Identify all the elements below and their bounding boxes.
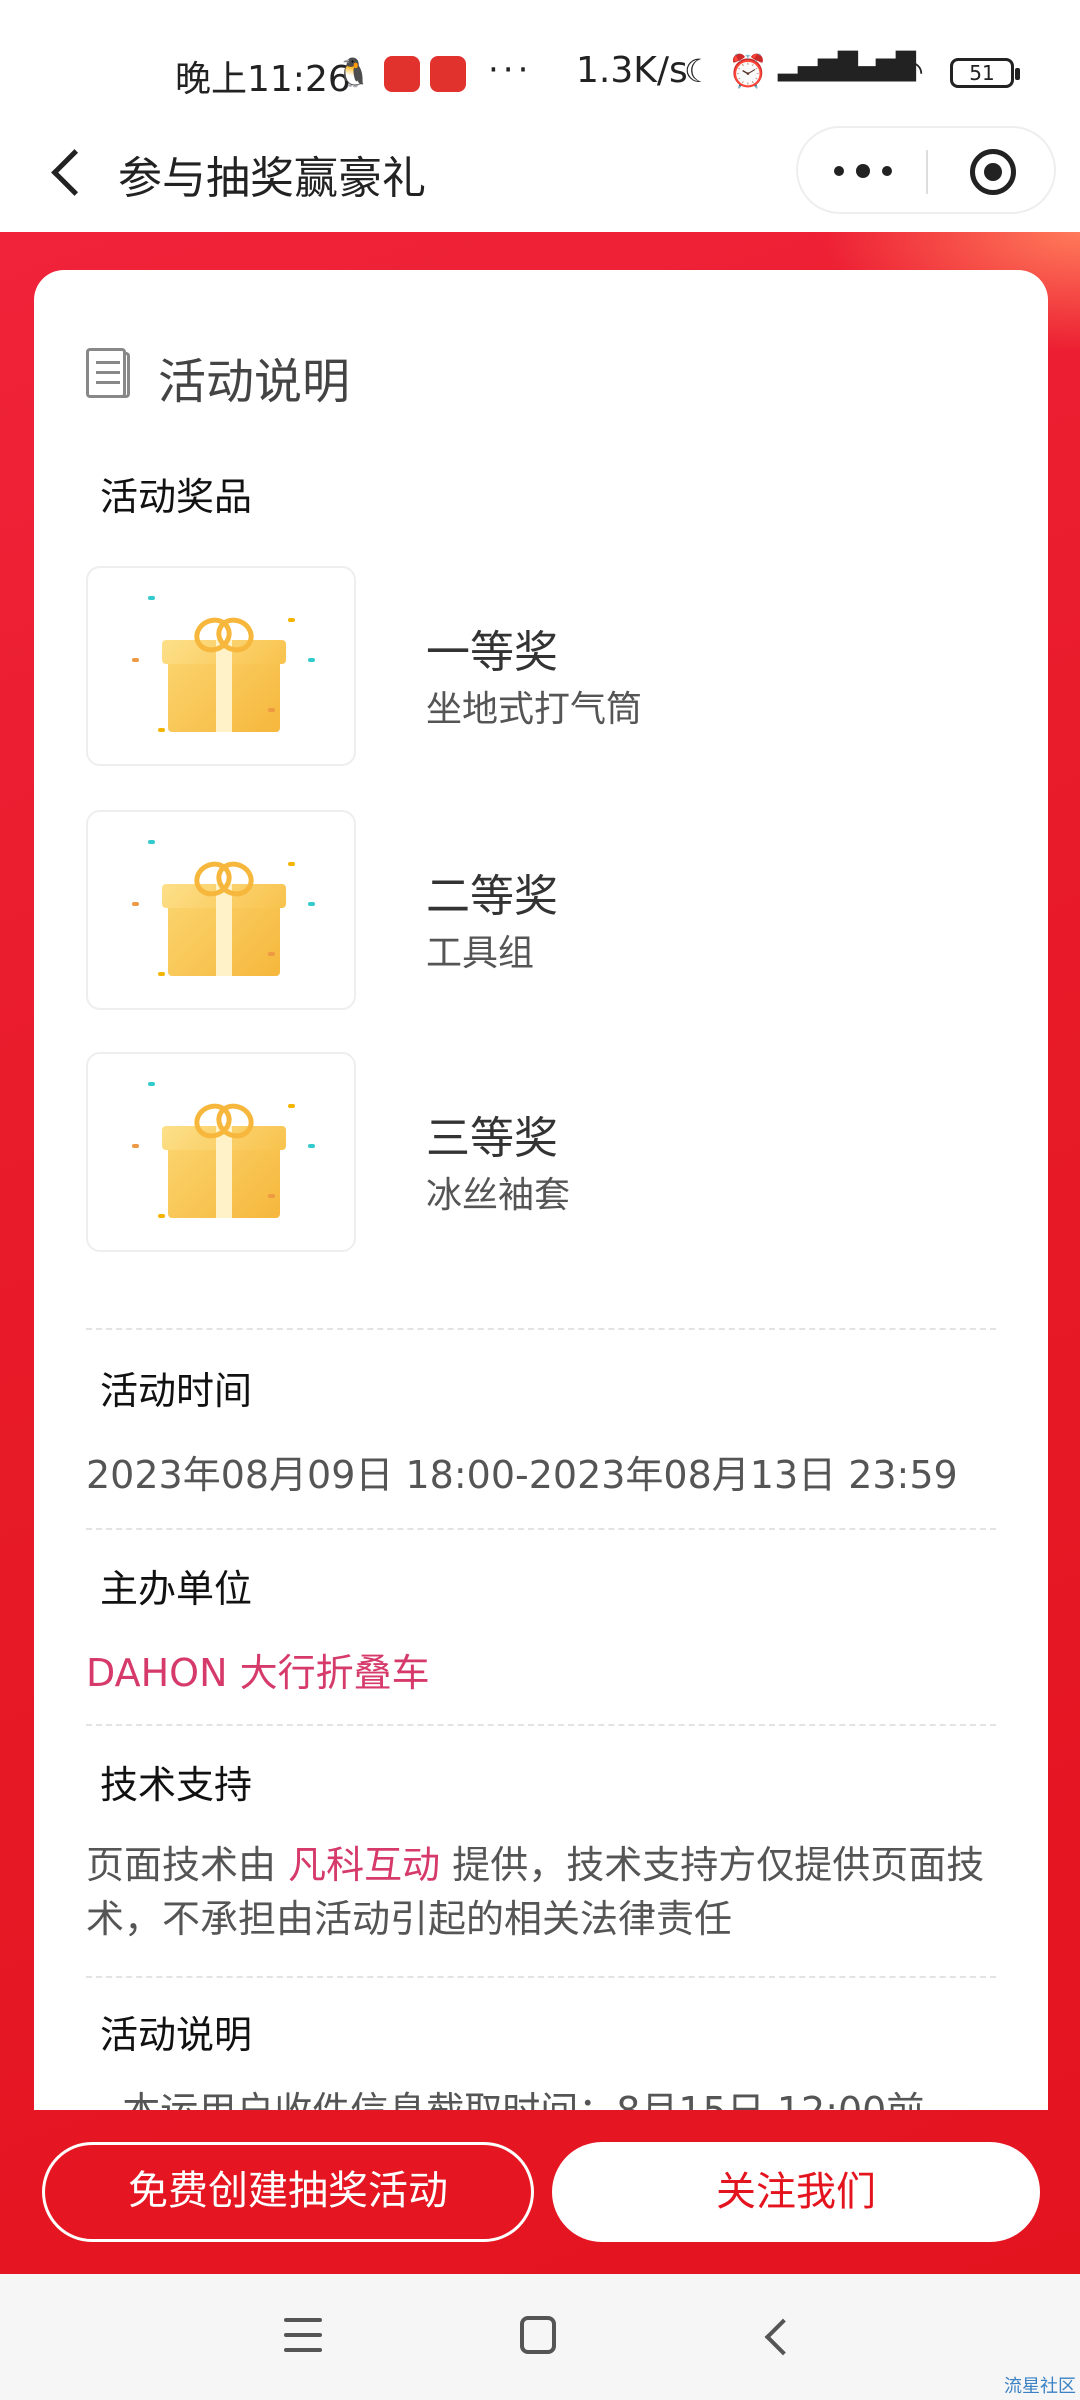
support-provider-link[interactable]: 凡科互动 — [288, 1843, 440, 1887]
prize-name: 冰丝袖套 — [426, 1175, 571, 1216]
app-notification-icon — [384, 56, 420, 92]
moon-icon: ☾ — [684, 52, 713, 90]
activity-info-card: 活动说明 活动奖品 一等奖 坐地式打气筒 二等奖 工具组 三等奖 冰丝袖套 活动… — [34, 270, 1048, 2110]
document-icon — [86, 348, 136, 400]
more-options-icon[interactable] — [834, 164, 894, 178]
system-back-icon[interactable] — [762, 2318, 792, 2354]
prize-rank: 三等奖 — [426, 1113, 558, 1164]
prize-item: 三等奖 冰丝袖套 — [86, 1052, 986, 1256]
prize-rank: 二等奖 — [426, 871, 558, 922]
description-label: 活动说明 — [86, 2004, 273, 2065]
more-notifications-icon: ··· — [488, 50, 533, 90]
gift-box-icon — [160, 858, 286, 976]
gift-box-icon — [160, 614, 286, 732]
divider — [86, 1976, 996, 1978]
organizer-link[interactable]: DAHON 大行折叠车 — [86, 1642, 430, 1697]
back-icon[interactable] — [44, 142, 94, 202]
prize-item: 二等奖 工具组 — [86, 810, 986, 1014]
support-prefix: 页面技术由 — [86, 1843, 289, 1887]
prize-image — [86, 1052, 356, 1252]
home-icon[interactable] — [520, 2316, 556, 2354]
status-time: 晚上11:26 — [175, 59, 351, 100]
gift-box-icon — [160, 1100, 286, 1218]
divider — [86, 1528, 996, 1530]
watermark: 流星社区 — [1004, 2376, 1076, 2397]
divider — [86, 1328, 996, 1330]
follow-us-button[interactable]: 关注我们 — [552, 2142, 1040, 2242]
description-text: ...本运用户收件信息截取时间：8月15日 12:00前 — [86, 2080, 924, 2110]
qq-icon: 🐧 — [336, 56, 371, 89]
create-lottery-button[interactable]: 免费创建抽奖活动 — [42, 2142, 534, 2242]
prize-image — [86, 810, 356, 1010]
prizes-label: 活动奖品 — [86, 466, 273, 527]
prize-rank: 一等奖 — [426, 627, 558, 678]
prize-item: 一等奖 坐地式打气筒 — [86, 566, 986, 770]
time-label: 活动时间 — [86, 1360, 273, 1421]
close-mini-program-icon[interactable] — [970, 149, 1016, 195]
divider — [86, 1724, 996, 1726]
prize-image — [86, 566, 356, 766]
page-title: 参与抽奖赢豪礼 — [118, 153, 426, 204]
app-notification-icon — [430, 56, 466, 92]
wifi-icon: ◠ — [896, 52, 924, 90]
prize-name: 工具组 — [426, 933, 535, 974]
recent-apps-icon[interactable] — [284, 2318, 322, 2352]
activity-time: 2023年08月09日 18:00-2023年08月13日 23:59 — [86, 1453, 958, 1497]
organizer-label: 主办单位 — [86, 1558, 273, 1619]
navigation-bar: 参与抽奖赢豪礼 — [0, 120, 1080, 232]
capsule-divider — [926, 150, 928, 194]
mini-program-capsule — [796, 126, 1056, 214]
card-title: 活动说明 — [158, 354, 351, 410]
battery-icon: 51 — [950, 58, 1020, 88]
system-navigation-bar: 流星社区 — [0, 2274, 1080, 2400]
support-text: 页面技术由 凡科互动 提供，技术支持方仅提供页面技术，不承担由活动引起的相关法律… — [86, 1838, 1006, 1946]
status-bar: 晚上11:26 🐧 ··· 1.3K/s ☾ ⏰ ▂▄▆█ ▂▄▆█ ◠ 51 — [0, 0, 1080, 140]
support-label: 技术支持 — [86, 1754, 273, 1815]
prize-name: 坐地式打气筒 — [426, 689, 643, 730]
network-speed: 1.3K/s — [576, 50, 688, 91]
alarm-icon: ⏰ — [728, 52, 768, 90]
